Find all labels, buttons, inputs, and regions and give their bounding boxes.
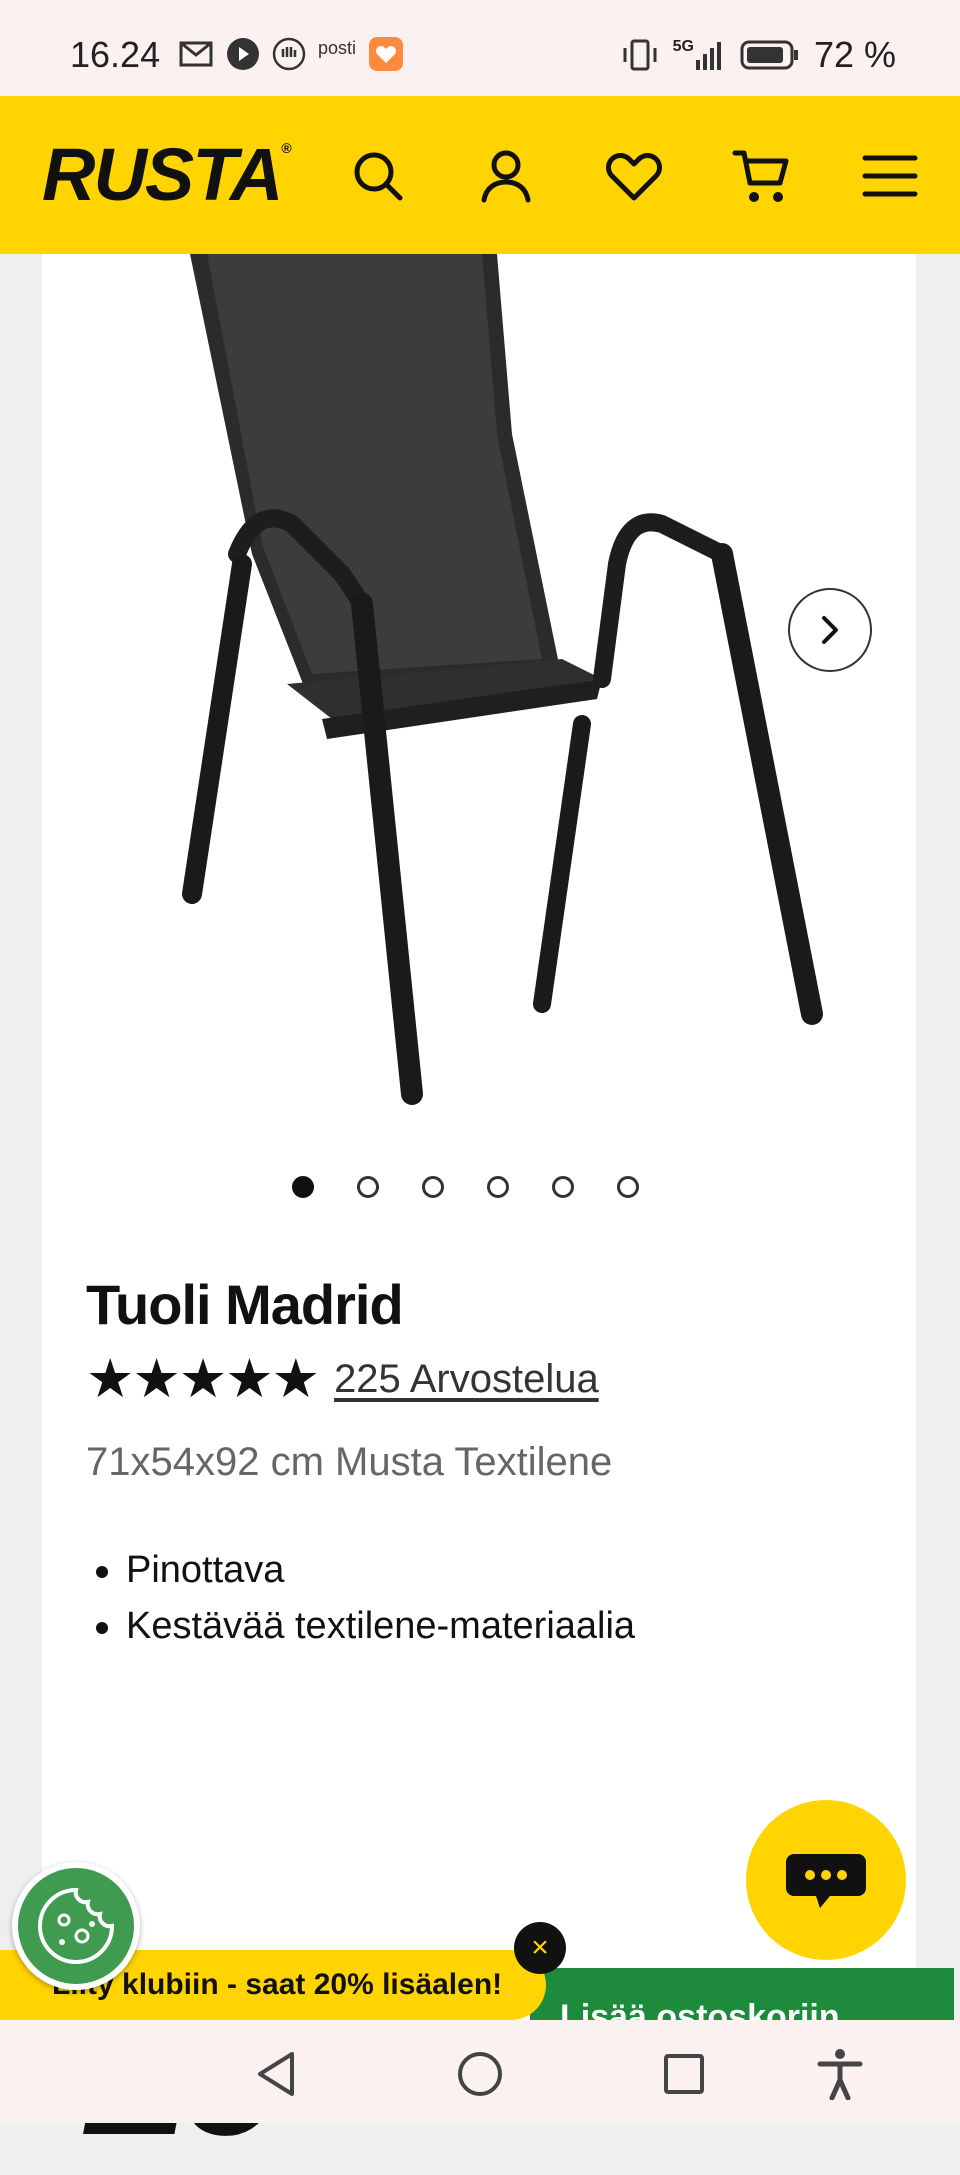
battery-icon (740, 40, 798, 70)
recents-button[interactable] (658, 2048, 710, 2100)
product-title: Tuoli Madrid (86, 1273, 404, 1336)
menu-button[interactable] (858, 144, 922, 208)
cookie-settings-button[interactable] (12, 1862, 140, 1990)
accessibility-icon (817, 2049, 863, 2100)
carousel-dot[interactable] (357, 1176, 379, 1198)
chevron-right-icon (822, 616, 838, 644)
close-icon: × (531, 1931, 549, 1964)
cookie-icon (38, 1887, 115, 1964)
rusta-logo[interactable]: RUSTA® (42, 132, 292, 217)
chat-button[interactable] (746, 1800, 906, 1960)
status-right: 5G 72 % (621, 34, 896, 76)
posti-icon: posti (318, 37, 357, 58)
heart-icon (606, 153, 662, 201)
back-button[interactable] (250, 2048, 302, 2100)
reviews-link[interactable]: 225 Arvostelua (334, 1357, 599, 1402)
chat-bubble-icon (786, 1854, 866, 1908)
gmail-icon (179, 41, 213, 67)
product-card: Tuoli Madrid ★★★★★ 225 Arvostelua 71x54x… (42, 254, 916, 2164)
status-bar: 16.24 posti 5G 72 % (0, 0, 960, 96)
hand-icon (272, 37, 306, 71)
accessibility-button[interactable] (814, 2048, 866, 2100)
rating-stars: ★★★★★ (86, 1349, 320, 1409)
play-icon (227, 38, 259, 70)
account-icon (481, 150, 531, 203)
back-icon (258, 2052, 294, 2096)
status-time: 16.24 (70, 34, 161, 75)
home-button[interactable] (454, 2048, 506, 2100)
product-subtitle: 71x54x92 cm Musta Textilene (86, 1440, 613, 1484)
cart-icon (732, 150, 789, 202)
carousel-dot[interactable] (422, 1176, 444, 1198)
product-image-chair[interactable] (42, 254, 916, 1134)
feature-item: Pinottava (95, 1542, 635, 1598)
promo-close-button[interactable]: × (514, 1922, 566, 1974)
wishlist-button[interactable] (602, 144, 666, 208)
cart-button[interactable] (730, 144, 794, 208)
search-icon (354, 152, 403, 201)
carousel-dot[interactable] (292, 1176, 314, 1198)
site-header: RUSTA® (0, 96, 960, 254)
notification-icons: posti (178, 36, 404, 72)
carousel-dot[interactable] (487, 1176, 509, 1198)
carousel-dot[interactable] (552, 1176, 574, 1198)
search-button[interactable] (346, 144, 410, 208)
menu-icon (862, 155, 918, 197)
feature-list: Pinottava Kestävää textilene-materiaalia (95, 1542, 635, 1654)
network-icon: 5G (673, 38, 726, 70)
carousel-dots (292, 1176, 639, 1198)
carousel-next-button[interactable] (788, 588, 872, 672)
carousel-dot[interactable] (617, 1176, 639, 1198)
system-navigation-bar (0, 2020, 960, 2123)
product-rating: ★★★★★ 225 Arvostelua (86, 1352, 599, 1406)
battery-percent: 72 % (813, 34, 896, 75)
app-heart-icon (369, 37, 404, 71)
vibrate-icon (623, 39, 657, 71)
add-to-cart-button[interactable]: Lisää ostoskoriin (530, 1968, 954, 2020)
home-icon (458, 2052, 502, 2096)
feature-item: Kestävää textilene-materiaalia (95, 1598, 635, 1654)
account-button[interactable] (474, 144, 538, 208)
recents-icon (664, 2054, 704, 2094)
